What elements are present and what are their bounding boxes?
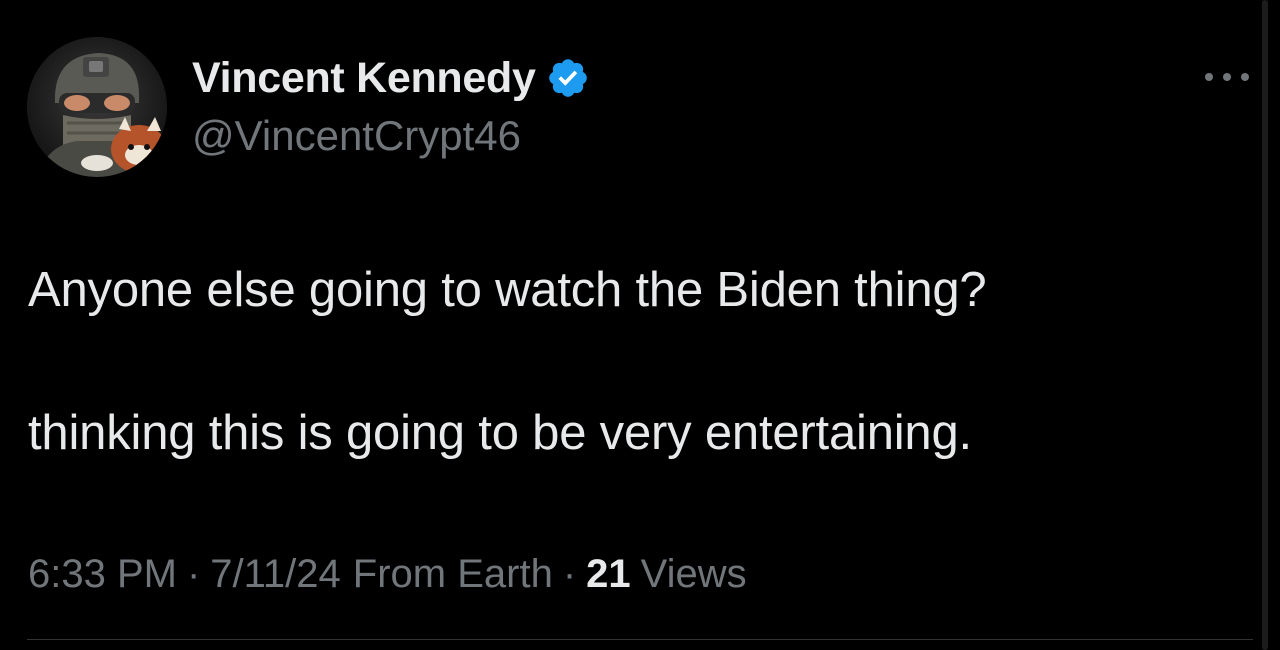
tweet-time[interactable]: 6:33 PM [28,552,177,597]
display-name[interactable]: Vincent Kennedy [192,54,536,103]
tweet-text-line: thinking this is going to be very entert… [28,406,972,460]
divider [27,639,1253,640]
meta-separator: · [186,552,201,596]
tweet-text-line: Anyone else going to watch the Biden thi… [28,263,987,317]
meta-separator: · [562,552,577,596]
avatar[interactable] [27,37,167,177]
dot [1223,73,1231,81]
more-options-icon[interactable] [1205,66,1249,88]
tweet-source: From Earth [352,552,553,596]
tweet-card: Vincent Kennedy @VincentCrypt46 Anyone e… [0,0,1280,650]
verified-badge-icon[interactable] [546,56,590,100]
scrollbar[interactable] [1262,0,1268,650]
author-handle[interactable]: @VincentCrypt46 [192,112,521,160]
dot [1241,73,1249,81]
views-count: 21 [586,552,631,596]
dot [1205,73,1213,81]
avatar-image [27,37,167,177]
tweet-meta: 6:33 PM · 7/11/24 From Earth · 21 Views [28,552,747,597]
tweet-date[interactable]: 7/11/24 [210,552,341,597]
author-name-row: Vincent Kennedy [192,52,590,104]
views-label: Views [640,552,747,596]
